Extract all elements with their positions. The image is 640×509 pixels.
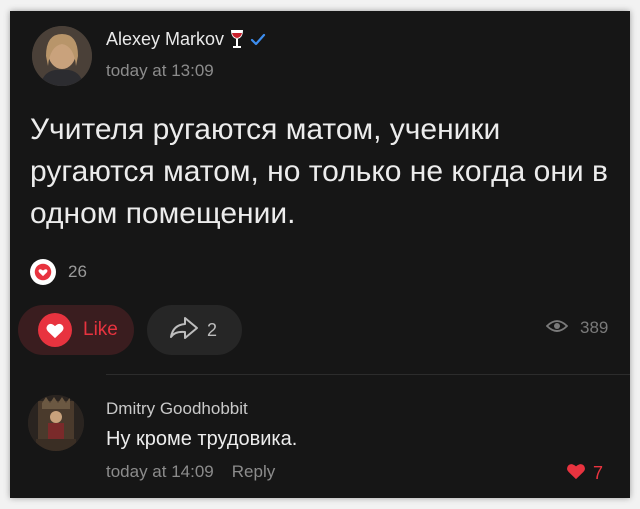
reaction-summary[interactable]: 26 (30, 259, 87, 285)
like-button[interactable]: Like (18, 305, 134, 355)
author-avatar-image (32, 26, 92, 86)
like-button-label: Like (83, 319, 118, 340)
commenter-avatar[interactable] (28, 395, 84, 451)
heart-icon (38, 313, 72, 347)
share-arrow-icon (169, 316, 199, 345)
eye-icon (545, 319, 569, 338)
author-avatar[interactable] (32, 26, 92, 86)
reaction-count: 26 (68, 262, 87, 281)
views-count: 389 (580, 318, 609, 337)
comment-timestamp[interactable]: today at 14:09 (106, 462, 214, 481)
verified-check-icon (250, 31, 266, 52)
post-text: Учителя ругаются матом, ученики ругаются… (30, 113, 608, 230)
author-name[interactable]: Alexey Markov (106, 29, 266, 54)
screenshot-frame: Alexey Markov today at 13:09 Учителя руг… (0, 0, 640, 509)
comment-like-button[interactable]: 7 (565, 461, 603, 485)
comments-divider (106, 374, 630, 375)
comment-text: Ну кроме трудовика. (106, 428, 298, 450)
author-name-text: Alexey Markov (106, 29, 225, 49)
reply-button[interactable]: Reply (232, 462, 275, 481)
post-timestamp[interactable]: today at 13:09 (106, 61, 214, 81)
commenter-avatar-image (28, 395, 84, 451)
wine-glass-icon (230, 29, 244, 54)
share-count: 2 (207, 319, 218, 340)
heart-icon (565, 461, 587, 485)
comment-like-count: 7 (593, 462, 604, 483)
commenter-name[interactable]: Dmitry Goodhobbit (106, 399, 248, 419)
comment-meta: today at 14:09 Reply (106, 462, 275, 482)
share-button[interactable]: 2 (147, 305, 242, 355)
post-card: Alexey Markov today at 13:09 Учителя руг… (10, 11, 630, 498)
views-counter: 389 (545, 318, 609, 338)
heart-reaction-icon (30, 259, 56, 285)
